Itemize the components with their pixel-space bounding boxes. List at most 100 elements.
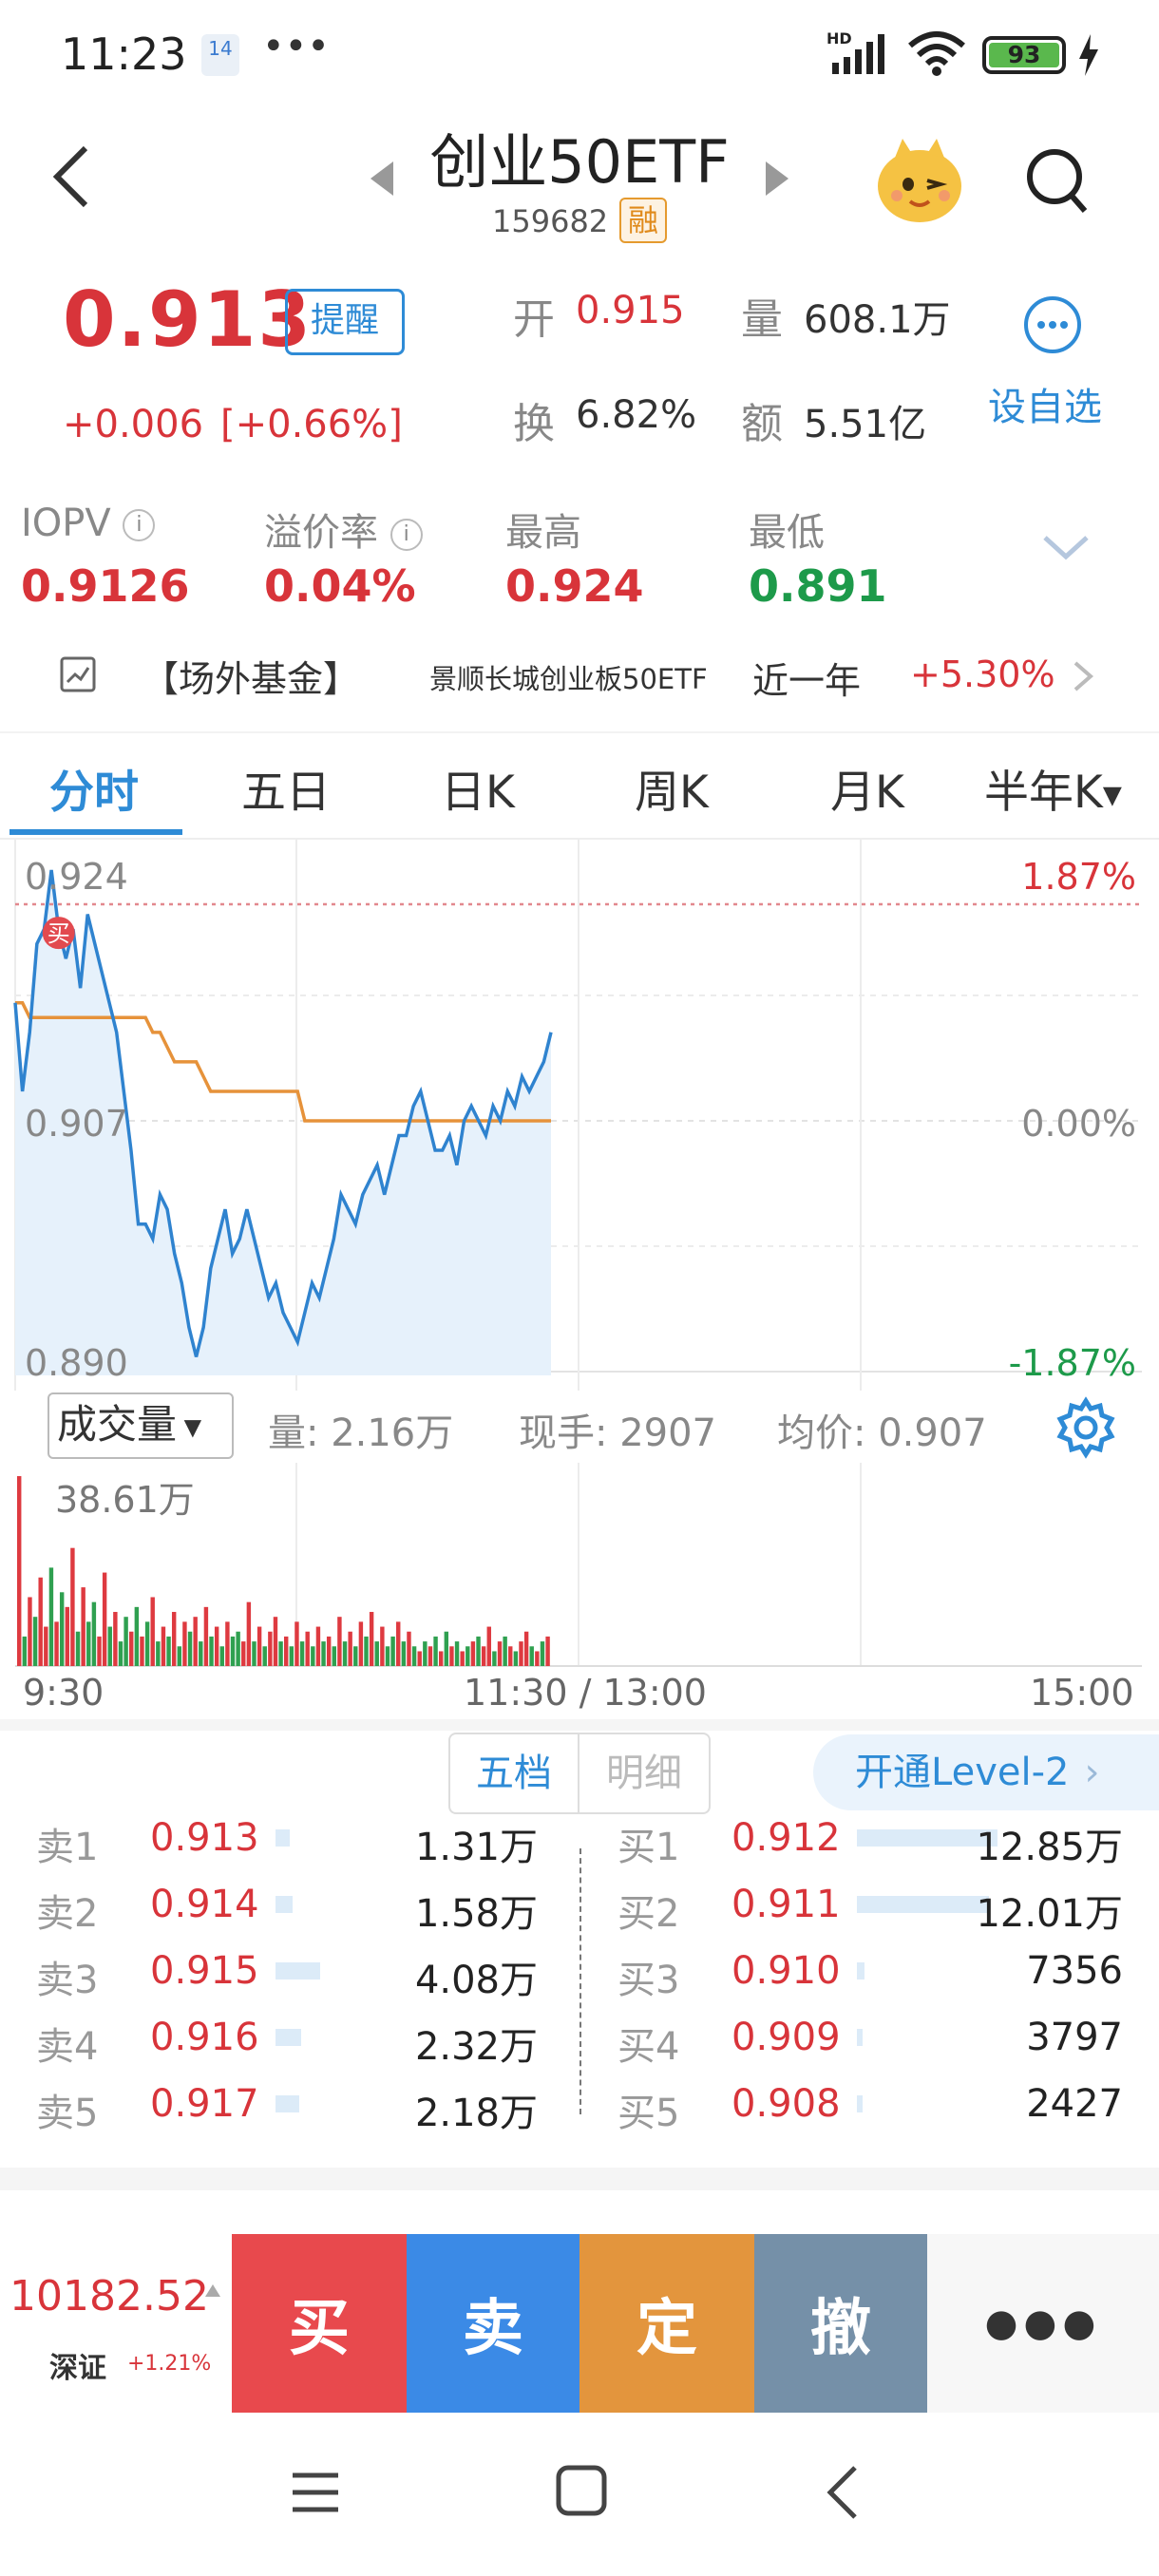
order-button[interactable]: 定 [580, 2234, 754, 2413]
turnover-label: 换 [513, 400, 555, 448]
index-ticker[interactable]: 10182.52 深证 +1.21% [0, 2234, 230, 2413]
wifi-icon [906, 28, 967, 76]
back-button[interactable] [42, 139, 108, 215]
tab-weekly-k[interactable]: 周K [635, 755, 709, 821]
buy-level-row[interactable]: 买4 0.909 3797 [589, 2012, 1159, 2069]
volume-bar [466, 1646, 470, 1666]
more-actions-button[interactable]: ●●● [927, 2234, 1159, 2413]
volume-bar [44, 1626, 48, 1666]
volume-value: 608.1万 [804, 298, 951, 342]
volume-bar [433, 1636, 438, 1666]
volume-bar [299, 1641, 305, 1666]
volume-bar [65, 1606, 69, 1666]
volume-bar [545, 1636, 550, 1666]
price-change: +0.006 [63, 403, 204, 446]
search-icon[interactable] [1024, 142, 1091, 218]
mascot-icon[interactable] [870, 129, 969, 228]
tab-monthly-k[interactable]: 月K [830, 755, 904, 821]
premium-rate-value: 0.04% [264, 560, 416, 612]
level-label: 卖5 [36, 2092, 99, 2135]
buy-button[interactable]: 买 [232, 2234, 407, 2413]
amount-label: 额 [741, 400, 783, 448]
y-axis-right-label: -1.87% [1009, 1342, 1136, 1384]
tab-daily-k[interactable]: 日K [441, 755, 515, 821]
volume-bar [140, 1636, 144, 1666]
volume-bar [396, 1621, 401, 1666]
level-label: 买3 [618, 1959, 680, 2002]
level-volume-bar [276, 1896, 294, 1913]
battery-level: 93 [989, 43, 1059, 67]
buy-level-row[interactable]: 买1 0.912 12.85万 [589, 1812, 1159, 1869]
sell-level-row[interactable]: 卖5 0.917 2.18万 [0, 2078, 570, 2135]
sell-level-row[interactable]: 卖3 0.915 4.08万 [0, 1945, 570, 2002]
volume-indicator-select[interactable]: 成交量 ▼ [48, 1392, 234, 1459]
alert-button[interactable]: 提醒 [285, 289, 405, 355]
volume-bar [294, 1621, 299, 1666]
settings-gear-icon[interactable] [1054, 1396, 1117, 1459]
back-nav-icon[interactable] [821, 2462, 868, 2523]
menu-nav-icon[interactable] [287, 2464, 344, 2521]
volume-bar [256, 1626, 262, 1666]
level-price: 0.916 [150, 2016, 259, 2059]
volume-bar [97, 1636, 102, 1666]
volume-bar [230, 1636, 236, 1666]
next-stock-button[interactable] [760, 158, 794, 199]
tab-detail[interactable]: 明细 [580, 1734, 709, 1812]
related-fund-row[interactable]: 【场外基金】 景顺长城创业板50ETF 近一年 +5.30% [0, 646, 1159, 703]
buy-level-row[interactable]: 买2 0.911 12.01万 [589, 1879, 1159, 1936]
level-price: 0.910 [732, 1949, 841, 1993]
volume-bar [246, 1601, 252, 1666]
expand-chevron-icon[interactable] [1039, 530, 1092, 564]
volume-bar [203, 1606, 209, 1666]
current-price: 0.913 [63, 275, 314, 364]
level-volume: 7356 [1026, 1949, 1123, 1993]
sell-level-row[interactable]: 卖2 0.914 1.58万 [0, 1879, 570, 1936]
open-label: 开 [513, 295, 555, 344]
tab-intraday[interactable]: 分时 [49, 755, 139, 821]
sell-level-row[interactable]: 卖1 0.913 1.31万 [0, 1812, 570, 1869]
time-end-label: 15:00 [1030, 1672, 1134, 1714]
buy-level-row[interactable]: 买3 0.910 7356 [589, 1945, 1159, 2002]
level-volume: 2427 [1026, 2082, 1123, 2126]
open-value: 0.915 [576, 289, 685, 332]
volume-bar [444, 1631, 449, 1666]
volume-bar [529, 1646, 534, 1666]
volume-bar [358, 1621, 364, 1666]
sell-level-row[interactable]: 卖4 0.916 2.32万 [0, 2012, 570, 2069]
volume-bar [252, 1641, 256, 1666]
volume-bar [193, 1617, 198, 1666]
y-axis-right-label: 0.00% [1021, 1103, 1136, 1145]
tab-five-day[interactable]: 五日 [241, 755, 331, 821]
prev-stock-button[interactable] [365, 158, 399, 199]
add-watchlist-button[interactable]: 设自选 [988, 294, 1121, 437]
level-label: 卖4 [36, 2025, 99, 2069]
volume-bar [449, 1646, 454, 1666]
volume-bar [311, 1646, 315, 1666]
dropdown-arrow-icon: ▼ [177, 1413, 202, 1441]
volume-bar [348, 1631, 352, 1666]
home-nav-icon[interactable] [553, 2462, 610, 2519]
cancel-order-button[interactable]: 撤 [754, 2234, 927, 2413]
volume-bar [523, 1631, 529, 1666]
level-label: 卖3 [36, 1959, 99, 2002]
volume-bar [214, 1626, 219, 1666]
volume-bar [369, 1612, 374, 1666]
level-volume-bar [276, 2029, 301, 2046]
volume-bar [134, 1606, 140, 1666]
volume-bar [289, 1646, 294, 1666]
volume-bar [150, 1597, 155, 1666]
volume-bar [497, 1641, 503, 1666]
high-value: 0.924 [505, 560, 644, 612]
sell-button[interactable]: 卖 [407, 2234, 580, 2413]
level-volume: 1.31万 [414, 1826, 538, 1869]
buy-level-row[interactable]: 买5 0.908 2427 [589, 2078, 1159, 2135]
volume-bar [262, 1646, 267, 1666]
level-volume-bar [276, 1829, 291, 1847]
volume-bar [102, 1572, 107, 1666]
level2-upgrade-button[interactable]: 开通Level-2 › [813, 1734, 1159, 1810]
level-label: 买2 [618, 1892, 680, 1936]
volume-bar [268, 1631, 273, 1666]
tab-half-year-k[interactable]: 半年K▼ [984, 755, 1122, 821]
tab-five-level[interactable]: 五档 [450, 1734, 580, 1812]
index-value: 10182.52 [10, 2272, 209, 2320]
